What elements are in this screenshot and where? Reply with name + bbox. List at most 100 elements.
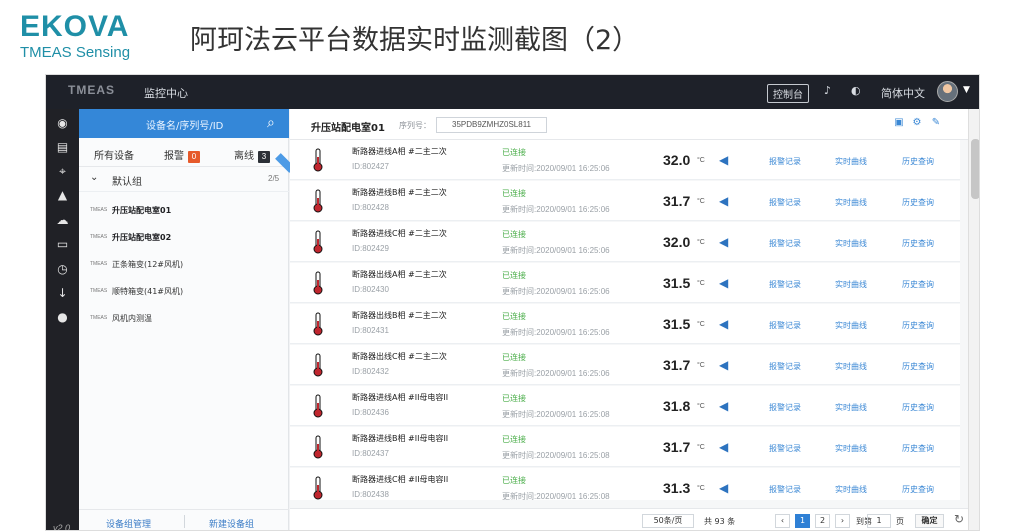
edit-icon[interactable]: ✎ bbox=[930, 117, 942, 129]
confirm-page-button[interactable]: 确定 bbox=[915, 514, 944, 528]
tmeas-tag: TMEAS bbox=[90, 288, 108, 294]
realtime-curve-link[interactable]: 实时曲线 bbox=[835, 402, 867, 413]
sensor-id: ID:802429 bbox=[352, 244, 389, 253]
chevron-down-icon[interactable]: ⌄ bbox=[90, 172, 98, 183]
realtime-curve-link[interactable]: 实时曲线 bbox=[835, 197, 867, 208]
alarm-record-link[interactable]: 报警记录 bbox=[769, 279, 801, 290]
page-1-button[interactable]: 1 bbox=[795, 514, 810, 528]
list-item[interactable]: TMEAS 顺特箱变(41#风机) bbox=[79, 278, 289, 305]
new-device-group-link[interactable]: 新建设备组 bbox=[209, 517, 254, 530]
previous-page-button[interactable]: ‹ bbox=[775, 514, 790, 528]
connection-status: 已连接 bbox=[502, 476, 526, 485]
cloud-icon[interactable]: ☁ bbox=[55, 213, 70, 228]
table-row[interactable]: 断路器出线C相 #二主二次 ID:802432 已连接 更新时间:2020/09… bbox=[290, 345, 960, 385]
realtime-curve-link[interactable]: 实时曲线 bbox=[835, 361, 867, 372]
history-query-link[interactable]: 历史查询 bbox=[902, 238, 934, 249]
device-search[interactable]: 设备名/序列号/ID ⌕ bbox=[79, 109, 289, 138]
page-2-button[interactable]: 2 bbox=[815, 514, 830, 528]
monitor-icon[interactable]: ▤ bbox=[55, 140, 70, 155]
temperature-unit: °C bbox=[697, 485, 705, 492]
serial-number-field: 35PDB9ZMHZ0SL811 bbox=[436, 117, 547, 133]
goto-page-input[interactable]: 1 bbox=[867, 514, 891, 528]
list-item[interactable]: TMEAS 升压站配电室01 bbox=[79, 197, 289, 224]
table-row[interactable]: 断路器进线C相 #II母电容II ID:802438 已连接 更新时间:2020… bbox=[290, 468, 960, 500]
history-query-link[interactable]: 历史查询 bbox=[902, 402, 934, 413]
connection-status: 已连接 bbox=[502, 394, 526, 403]
connection-status: 已连接 bbox=[502, 230, 526, 239]
vertical-scrollbar[interactable] bbox=[968, 109, 979, 530]
list-item[interactable]: TMEAS 正条箱变(12#风机) bbox=[79, 251, 289, 278]
updated-time: 更新时间:2020/09/01 16:25:06 bbox=[502, 287, 610, 296]
alarm-record-link[interactable]: 报警记录 bbox=[769, 361, 801, 372]
palette-icon[interactable]: ◐ bbox=[851, 84, 861, 97]
page-size-select[interactable]: 50条/页 bbox=[642, 514, 694, 528]
console-button[interactable]: 控制台 bbox=[767, 84, 809, 103]
table-row[interactable]: 断路器进线B相 #II母电容II ID:802437 已连接 更新时间:2020… bbox=[290, 427, 960, 467]
monitor-center-menu[interactable]: 监控中心 bbox=[144, 85, 188, 101]
alarm-record-link[interactable]: 报警记录 bbox=[769, 402, 801, 413]
database-icon[interactable]: ▣ bbox=[893, 117, 905, 129]
next-page-button[interactable]: › bbox=[835, 514, 850, 528]
location-icon[interactable]: ⌖ bbox=[55, 164, 70, 179]
history-query-link[interactable]: 历史查询 bbox=[902, 197, 934, 208]
history-query-link[interactable]: 历史查询 bbox=[902, 156, 934, 167]
time-icon[interactable]: ◷ bbox=[55, 262, 70, 277]
language-selector[interactable]: 简体中文 bbox=[881, 85, 925, 101]
history-query-link[interactable]: 历史查询 bbox=[902, 443, 934, 454]
card-icon[interactable]: ▭ bbox=[55, 237, 70, 252]
realtime-curve-link[interactable]: 实时曲线 bbox=[835, 156, 867, 167]
alarm-record-link[interactable]: 报警记录 bbox=[769, 156, 801, 167]
table-row[interactable]: 断路器进线A相 #二主二次 ID:802427 已连接 更新时间:2020/09… bbox=[290, 140, 960, 180]
download-icon[interactable]: ↓ bbox=[55, 286, 70, 301]
device-name: 升压站配电室01 bbox=[112, 206, 172, 215]
list-item[interactable]: TMEAS 升压站配电室02 bbox=[79, 224, 289, 251]
history-query-link[interactable]: 历史查询 bbox=[902, 484, 934, 495]
device-name: 升压站配电室02 bbox=[112, 233, 172, 242]
temperature-value: 32.0 bbox=[663, 234, 691, 250]
alarm-record-link[interactable]: 报警记录 bbox=[769, 484, 801, 495]
device-group-manage-link[interactable]: 设备组管理 bbox=[106, 517, 151, 530]
user-icon[interactable]: ● bbox=[55, 310, 70, 325]
table-row[interactable]: 断路器出线B相 #二主二次 ID:802431 已连接 更新时间:2020/09… bbox=[290, 304, 960, 344]
dashboard-icon[interactable]: ◉ bbox=[55, 116, 70, 131]
realtime-curve-link[interactable]: 实时曲线 bbox=[835, 238, 867, 249]
device-group-default[interactable]: ⌄ 默认组 2/5 bbox=[79, 153, 295, 192]
settings-icon[interactable]: ⚙ bbox=[911, 117, 923, 129]
sensor-monitor-main: 升压站配电室01 序列号： 35PDB9ZMHZ0SL811 ▣ ⚙ ✎ 断路器… bbox=[290, 109, 968, 530]
avatar[interactable] bbox=[937, 81, 958, 102]
sensor-name: 断路器进线C相 #II母电容II bbox=[352, 475, 449, 484]
table-row[interactable]: 断路器进线C相 #二主二次 ID:802429 已连接 更新时间:2020/09… bbox=[290, 222, 960, 262]
table-row[interactable]: 断路器出线A相 #二主二次 ID:802430 已连接 更新时间:2020/09… bbox=[290, 263, 960, 303]
alarm-record-link[interactable]: 报警记录 bbox=[769, 197, 801, 208]
bell-icon[interactable]: ♪ bbox=[824, 84, 831, 97]
monitoring-app: TMEAS 监控中心 控制台 ♪ ◐ 简体中文 ▼ ◉ ▤ ⌖ ▲ ☁ ▭ ◷ … bbox=[45, 74, 980, 531]
station-name: 升压站配电室01 bbox=[311, 123, 385, 134]
sensor-id: ID:802431 bbox=[352, 326, 389, 335]
refresh-icon[interactable]: ↻ bbox=[954, 512, 964, 526]
history-query-link[interactable]: 历史查询 bbox=[902, 320, 934, 331]
table-row[interactable]: 断路器进线B相 #二主二次 ID:802428 已连接 更新时间:2020/09… bbox=[290, 181, 960, 221]
sensor-name: 断路器出线A相 #二主二次 bbox=[352, 270, 447, 279]
updated-time: 更新时间:2020/09/01 16:25:08 bbox=[502, 410, 610, 419]
history-query-link[interactable]: 历史查询 bbox=[902, 361, 934, 372]
list-item[interactable]: TMEAS 风机内测温 bbox=[79, 305, 289, 332]
alarm-record-link[interactable]: 报警记录 bbox=[769, 320, 801, 331]
device-name: 顺特箱变(41#风机) bbox=[112, 287, 184, 296]
history-query-link[interactable]: 历史查询 bbox=[902, 279, 934, 290]
alarm-record-link[interactable]: 报警记录 bbox=[769, 443, 801, 454]
updated-time: 更新时间:2020/09/01 16:25:06 bbox=[502, 328, 610, 337]
realtime-curve-link[interactable]: 实时曲线 bbox=[835, 279, 867, 290]
search-icon[interactable]: ⌕ bbox=[267, 115, 283, 131]
tab-alarm[interactable]: 报警 0 bbox=[164, 147, 200, 163]
chevron-down-icon[interactable]: ▼ bbox=[963, 85, 970, 95]
table-row[interactable]: 断路器进线A相 #II母电容II ID:802436 已连接 更新时间:2020… bbox=[290, 386, 960, 426]
tmeas-tag: TMEAS bbox=[90, 234, 108, 240]
realtime-curve-link[interactable]: 实时曲线 bbox=[835, 484, 867, 495]
realtime-curve-link[interactable]: 实时曲线 bbox=[835, 320, 867, 331]
alert-icon[interactable]: ▲ bbox=[55, 188, 70, 203]
tab-all-devices[interactable]: 所有设备 bbox=[94, 147, 134, 162]
tab-offline[interactable]: 离线 3 bbox=[234, 147, 270, 163]
realtime-curve-link[interactable]: 实时曲线 bbox=[835, 443, 867, 454]
alarm-record-link[interactable]: 报警记录 bbox=[769, 238, 801, 249]
scrollbar-thumb[interactable] bbox=[971, 139, 979, 199]
